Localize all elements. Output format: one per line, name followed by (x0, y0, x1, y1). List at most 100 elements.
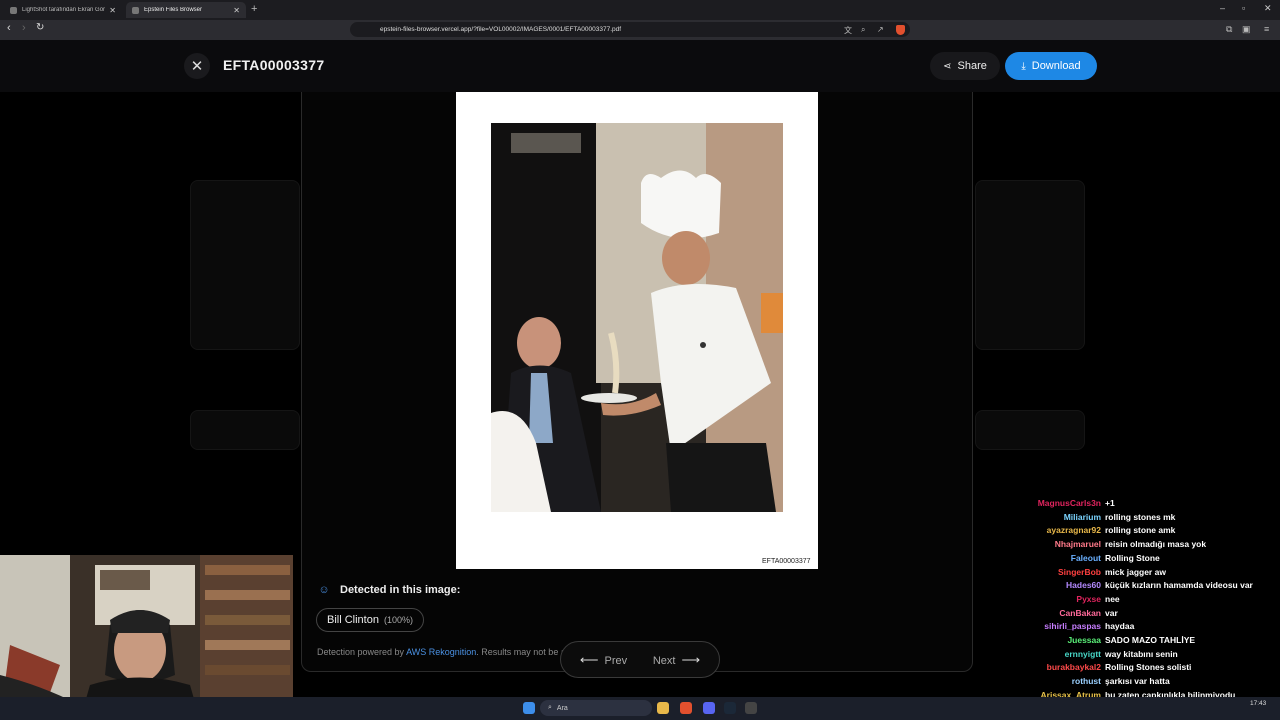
share-label: Share (957, 60, 987, 72)
next-label: Next (652, 654, 676, 667)
chat-username[interactable]: Juessaa (1000, 634, 1105, 648)
share-button[interactable]: ⋖ Share (930, 52, 1000, 80)
close-tab-icon[interactable]: ✕ (233, 6, 240, 15)
stream-chat: MagnusCarls3n +1 Miliarium rolling stones m… (1000, 497, 1280, 703)
pager: ⟵ Prev Next ⟶ (560, 641, 720, 678)
download-label: Download (1031, 60, 1081, 72)
chat-text: rolling stones mk (1105, 511, 1176, 522)
tab-label: Epstein Files Browser (144, 7, 203, 13)
url-text: epstein-files-browser.vercel.app/?file=V… (380, 26, 622, 33)
reload-icon[interactable]: ↻ (36, 22, 44, 33)
chat-message: MagnusCarls3n +1 (1000, 497, 1280, 511)
obs-icon[interactable] (745, 702, 757, 714)
background-card (190, 410, 300, 450)
background-card (975, 410, 1085, 450)
chat-text: haydaa (1105, 621, 1135, 632)
chat-message: sihirli_paspas haydaa (1000, 620, 1280, 634)
document-title: EFTA00003377 (223, 57, 325, 73)
tab-epstein-files[interactable]: Epstein Files Browser ✕ (126, 2, 246, 18)
chat-username[interactable]: ernnyigtt (1000, 648, 1105, 662)
address-bar[interactable]: epstein-files-browser.vercel.app/?file=V… (350, 22, 910, 37)
brave-browser-icon[interactable] (680, 702, 692, 714)
detected-heading: ☺ Detected in this image: (317, 583, 460, 597)
discord-icon[interactable] (703, 702, 715, 714)
background-card (190, 180, 300, 350)
back-icon[interactable]: ‹ (7, 22, 11, 34)
prev-label: Prev (604, 654, 628, 667)
prev-button[interactable]: ⟵ Prev (574, 652, 627, 668)
restore-icon[interactable]: ▫ (1242, 3, 1245, 13)
minimize-icon[interactable]: – (1220, 3, 1225, 13)
chat-text: şarkısı var hatta (1105, 676, 1170, 687)
person-icon: ☺ (318, 584, 330, 596)
chat-message: ernnyigtt way kitabını senin (1000, 648, 1280, 662)
zoom-icon[interactable]: ⌕ (861, 25, 865, 35)
person-confidence: (100%) (383, 615, 413, 625)
document-photo (491, 123, 783, 512)
menu-icon[interactable]: ≡ (1264, 24, 1269, 34)
chat-message: Faleout Rolling Stone (1000, 552, 1280, 566)
chat-text: rolling stone amk (1105, 525, 1176, 536)
chat-text: Rolling Stone (1105, 552, 1160, 563)
arrow-right-icon: ⟶ (681, 651, 701, 667)
tab-label: LightShot tarafından Ekran Görüntüsü (22, 7, 106, 13)
aws-rekognition-link[interactable]: AWS Rekognition (406, 647, 476, 657)
file-explorer-icon[interactable] (657, 702, 669, 714)
footnote-prefix: Detection powered by (317, 647, 405, 657)
download-button[interactable]: ⤓ Download (1005, 52, 1097, 80)
detection-footnote: Detection powered by AWS Rekognition. Re… (317, 647, 566, 657)
translate-icon[interactable]: 文 (844, 25, 852, 36)
chat-text: Rolling Stones solisti (1105, 662, 1192, 673)
arrow-left-icon: ⟵ (579, 651, 599, 667)
chat-message: CanBakan var (1000, 607, 1280, 621)
chat-username[interactable]: ayazragnar92 (1000, 524, 1105, 538)
chat-username[interactable]: sihirli_paspas (1000, 620, 1105, 634)
chat-username[interactable]: burakbaykal2 (1000, 661, 1105, 675)
chat-username[interactable]: Faleout (1000, 552, 1105, 566)
wallet-icon[interactable]: ▣ (1242, 24, 1251, 35)
chat-text: SADO MAZO TAHLİYE (1105, 635, 1196, 646)
person-name: Bill Clinton (327, 614, 379, 626)
taskbar-search[interactable]: ⌕ Ara (540, 700, 652, 716)
page-label: EFTA00003377 (762, 558, 811, 565)
chat-username[interactable]: Nhajmaruel (1000, 538, 1105, 552)
chat-username[interactable]: MagnusCarls3n (1000, 497, 1105, 511)
close-tab-icon[interactable]: ✕ (109, 6, 116, 15)
detected-heading-text: Detected in this image: (340, 584, 461, 596)
photo-illustration (491, 123, 783, 512)
chat-username[interactable]: Pyxse (1000, 593, 1105, 607)
chat-username[interactable]: SingerBob (1000, 566, 1105, 580)
chat-message: Pyxse nee (1000, 593, 1280, 607)
chat-text: +1 (1105, 498, 1115, 508)
webcam-illustration (0, 555, 293, 720)
close-window-icon[interactable]: ✕ (1264, 3, 1272, 14)
chat-message: burakbaykal2 Rolling Stones solisti (1000, 661, 1280, 675)
chat-message: ayazragnar92 rolling stone amk (1000, 524, 1280, 538)
tab-lightshot[interactable]: LightShot tarafından Ekran Görüntüsü ✕ (4, 2, 122, 18)
next-button[interactable]: Next ⟶ (653, 652, 706, 668)
close-icon: ✕ (190, 58, 204, 75)
brave-shields-icon[interactable] (896, 25, 905, 35)
new-tab-icon[interactable]: + (251, 3, 257, 15)
chat-username[interactable]: Hades60 (1000, 579, 1105, 593)
chat-message: rothust şarkısı var hatta (1000, 675, 1280, 689)
taskbar-clock: 17:43 (1250, 700, 1267, 707)
chat-username[interactable]: rothust (1000, 675, 1105, 689)
extensions-icon[interactable]: ⧉ (1226, 24, 1232, 35)
person-chip[interactable]: Bill Clinton (100%) (316, 608, 424, 632)
chat-text: reisin olmadığı masa yok (1105, 539, 1207, 550)
steam-icon[interactable] (724, 702, 736, 714)
chat-username[interactable]: Miliarium (1000, 511, 1105, 525)
forward-icon[interactable]: › (22, 22, 26, 34)
windows-start-icon[interactable] (523, 702, 535, 714)
close-viewer-button[interactable]: ✕ (184, 53, 210, 79)
chat-message: SingerBob mick jagger aw (1000, 566, 1280, 580)
chat-username[interactable]: CanBakan (1000, 607, 1105, 621)
search-icon: ⌕ (548, 704, 552, 711)
webcam-overlay (0, 555, 293, 720)
chat-message: Miliarium rolling stones mk (1000, 511, 1280, 525)
download-icon: ⤓ (1021, 60, 1026, 72)
chat-message: Juessaa SADO MAZO TAHLİYE (1000, 634, 1280, 648)
share-page-icon[interactable]: ↗ (877, 25, 884, 34)
share-icon: ⋖ (943, 60, 952, 72)
